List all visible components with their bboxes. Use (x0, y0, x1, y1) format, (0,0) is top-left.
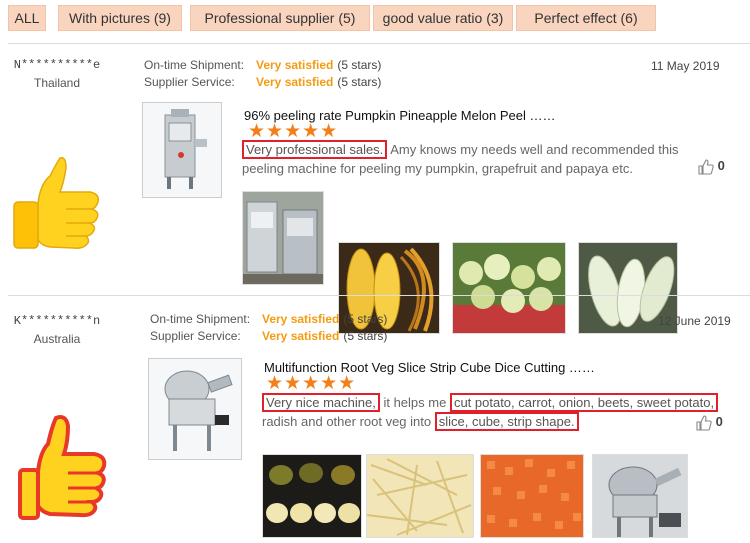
shipment-label: On-time Shipment: (150, 312, 251, 326)
service-stars-text: (5 stars) (337, 75, 382, 89)
peeler-machines-photo[interactable] (242, 191, 324, 285)
shipment-stars-text: (5 stars) (343, 312, 388, 326)
review-comment: Very nice machine, it helps me cut potat… (262, 393, 727, 431)
buyer-country: Australia (33, 332, 81, 346)
comment-text: radish and other root veg into (262, 414, 435, 429)
buyer-info: N**********e Thailand (12, 58, 102, 90)
buyer-name: N**********e (13, 58, 101, 72)
filter-perfect-effect[interactable]: Perfect effect (6) (516, 5, 656, 31)
comment-line: peeling machine for peeling my pumpkin, … (242, 161, 633, 176)
comment-text: it helps me (379, 395, 450, 410)
like-count: 0 (715, 414, 723, 429)
shipment-value: Very satisfied (262, 312, 340, 326)
divider (8, 295, 750, 296)
service-value: Very satisfied (262, 329, 340, 343)
comment-text: Amy knows my needs well and recommended … (387, 142, 679, 157)
shipment-value: Very satisfied (256, 58, 334, 72)
like-count: 0 (717, 158, 725, 173)
supplier-ratings: On-time Shipment: Very satisfied (5 stars)… (144, 57, 381, 91)
highlight-box: slice, cube, strip shape. (434, 412, 579, 431)
supplier-ratings: On-time Shipment: Very satisfied (5 stars)… (150, 311, 387, 345)
highlight-box: cut potato, carrot, onion, beets, sweet … (449, 393, 719, 412)
thumbs-up-icon (18, 414, 110, 531)
review-date: 12 June 2019 (658, 314, 731, 328)
potato-strips-photo[interactable] (366, 454, 474, 538)
divider (8, 43, 750, 44)
review-card: N**********e Thailand On-time Shipment: V… (0, 50, 750, 334)
review-comment: Very professional sales. Amy knows my ne… (242, 140, 692, 178)
rating-stars: ★★★★★ (248, 121, 339, 142)
shipment-rating: On-time Shipment: Very satisfied (5 stars) (144, 57, 381, 74)
comment-line: Very professional sales. Amy knows my ne… (242, 140, 692, 159)
rating-stars: ★★★★★ (266, 373, 357, 394)
cutter-machine-photo[interactable] (592, 454, 688, 538)
comment-line: Very nice machine, it helps me cut potat… (262, 393, 727, 412)
review-card: K**********n Australia On-time Shipment:… (0, 306, 750, 543)
service-value: Very satisfied (256, 75, 334, 89)
service-rating: Supplier Service: Very satisfied (5 stars) (144, 74, 381, 91)
filter-good-value-ratio[interactable]: good value ratio (3) (373, 5, 513, 31)
diced-carrot-photo[interactable] (480, 454, 584, 538)
filter-with-pictures[interactable]: With pictures (9) (58, 5, 182, 31)
buyer-country: Thailand (33, 76, 81, 90)
product-image[interactable] (142, 102, 222, 198)
service-rating: Supplier Service: Very satisfied (5 stars) (150, 328, 387, 345)
like-thumb-icon (698, 159, 714, 175)
comment-line: radish and other root veg into slice, cu… (262, 412, 727, 431)
filter-professional-supplier[interactable]: Professional supplier (5) (190, 5, 370, 31)
highlight-box: Very nice machine, (262, 393, 380, 412)
service-label: Supplier Service: (150, 329, 241, 343)
like-thumb-icon (696, 415, 712, 431)
service-stars-text: (5 stars) (343, 329, 388, 343)
shipment-label: On-time Shipment: (144, 58, 245, 72)
like-button[interactable]: 0 (698, 158, 725, 175)
filter-all[interactable]: ALL (8, 5, 46, 31)
buyer-info: K**********n Australia (12, 314, 102, 346)
shipment-stars-text: (5 stars) (337, 58, 382, 72)
shipment-rating: On-time Shipment: Very satisfied (5 stars) (150, 311, 387, 328)
like-button[interactable]: 0 (696, 414, 723, 431)
sliced-potato-photo[interactable] (262, 454, 362, 538)
service-label: Supplier Service: (144, 75, 235, 89)
buyer-name: K**********n (13, 314, 101, 328)
product-image[interactable] (148, 358, 242, 460)
review-date: 11 May 2019 (651, 59, 720, 73)
highlight-box: Very professional sales. (242, 140, 388, 159)
thumbs-up-icon (8, 154, 108, 259)
